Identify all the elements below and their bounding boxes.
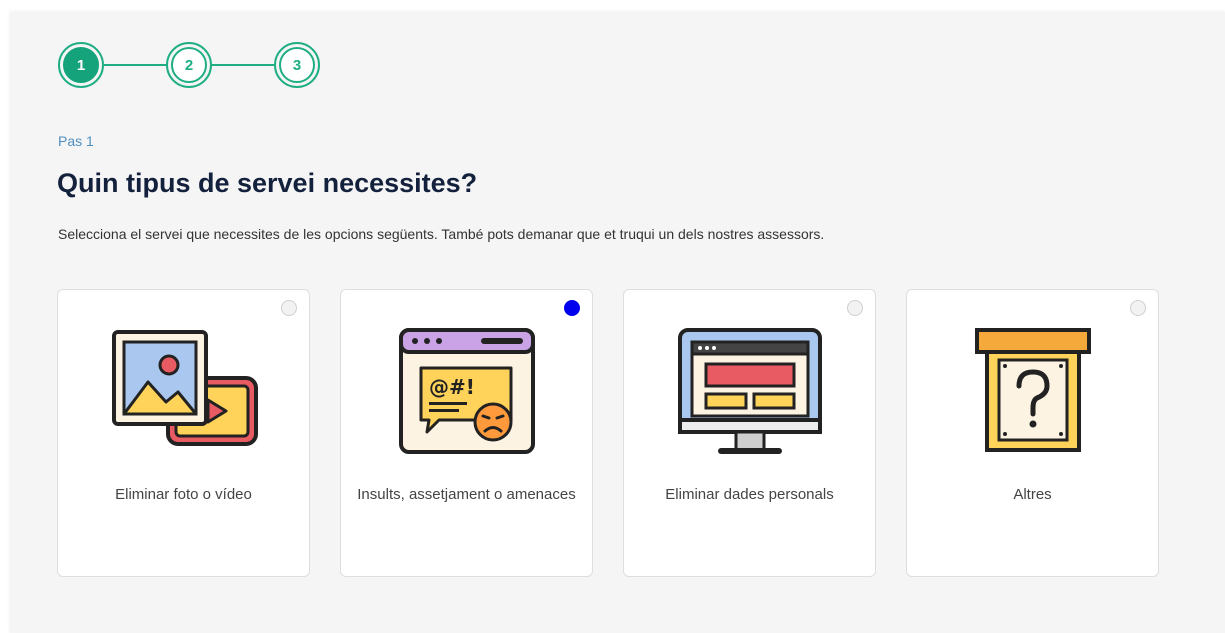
monitor-webpage-icon [677, 328, 822, 454]
step-3-number: 3 [279, 47, 315, 83]
option-label: Insults, assetjament o amenaces [357, 486, 576, 503]
page-subtitle: Selecciona el servei que necessites de l… [58, 226, 825, 242]
page-title: Quin tipus de servei necessites? [57, 168, 478, 198]
option-radio-selected[interactable] [564, 300, 580, 316]
stepper: 1 2 3 [58, 42, 328, 92]
step-3[interactable]: 3 [274, 42, 320, 88]
option-card-insults[interactable]: @#! Insults, assetjament o amenaces [340, 289, 593, 577]
option-label: Eliminar foto o vídeo [115, 486, 252, 503]
option-label: Altres [1013, 486, 1052, 503]
option-card-other[interactable]: Altres [906, 289, 1159, 577]
step-eyebrow: Pas 1 [58, 133, 94, 149]
svg-text:@#!: @#! [429, 375, 475, 399]
step-2[interactable]: 2 [166, 42, 212, 88]
step-2-number: 2 [171, 47, 207, 83]
option-radio[interactable] [281, 300, 297, 316]
step-connector [212, 64, 274, 66]
option-radio[interactable] [847, 300, 863, 316]
angry-message-icon: @#! [398, 328, 535, 454]
photo-video-icon [111, 330, 258, 446]
question-box-icon [974, 328, 1091, 452]
step-1[interactable]: 1 [58, 42, 104, 88]
step-connector [104, 64, 166, 66]
option-radio[interactable] [1130, 300, 1146, 316]
option-label: Eliminar dades personals [665, 486, 834, 503]
option-card-personal-data[interactable]: Eliminar dades personals [623, 289, 876, 577]
step-1-number: 1 [63, 47, 99, 83]
option-card-photo-video[interactable]: Eliminar foto o vídeo [57, 289, 310, 577]
